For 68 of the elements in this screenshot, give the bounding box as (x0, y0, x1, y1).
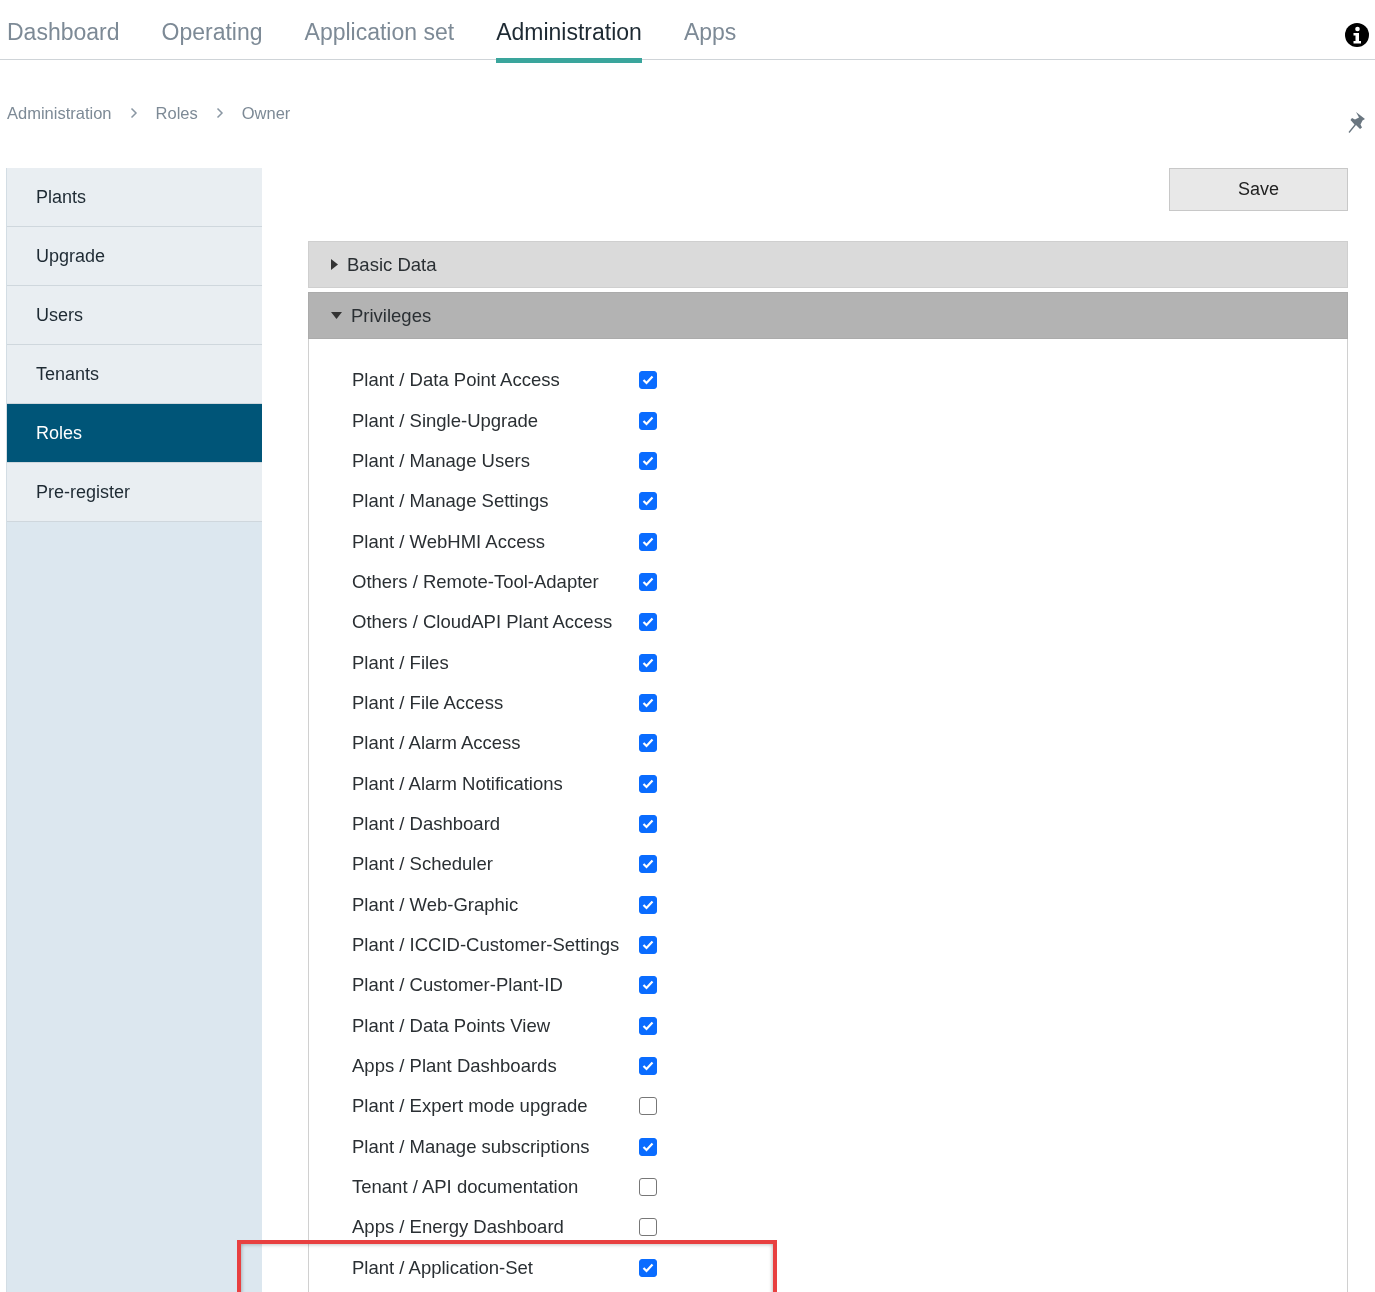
checkbox[interactable] (639, 693, 657, 712)
checkbox[interactable] (639, 895, 657, 914)
checkbox[interactable] (639, 1218, 657, 1237)
caret-down-icon (331, 312, 342, 319)
privilege-label: Apps / Energy Dashboard (352, 1216, 565, 1239)
nav-tab[interactable]: Operating (161, 0, 263, 63)
privilege-label: Plant / Scheduler (352, 853, 494, 876)
info-icon[interactable] (1344, 22, 1370, 48)
checkbox[interactable] (639, 976, 657, 995)
privilege-label: Plant / WebHMI Access (352, 530, 546, 553)
checkbox[interactable] (639, 572, 657, 591)
privilege-label: Plant / Customer-Plant-ID (352, 974, 564, 997)
breadcrumb-link[interactable]: Roles (155, 103, 198, 123)
privilege-label: Plant / Alarm Notifications (352, 772, 564, 795)
checkbox[interactable] (639, 774, 657, 793)
sidebar-item[interactable]: Users (7, 286, 262, 345)
checkbox[interactable] (639, 613, 657, 632)
checkbox[interactable] (639, 371, 657, 390)
privilege-label: Plant / Manage Settings (352, 490, 550, 513)
privilege-label: Plant / Manage Users (352, 449, 531, 472)
privilege-label: Plant / Data Point Access (352, 369, 561, 392)
sidebar-item[interactable]: Tenants (7, 345, 262, 404)
checkbox[interactable] (639, 1057, 657, 1075)
checkbox[interactable] (639, 411, 657, 430)
privilege-label: Plant / Expert mode upgrade (352, 1095, 589, 1118)
privilege-label: Others / Remote-Tool-Adapter (352, 570, 600, 593)
sidebar-item[interactable]: Upgrade (7, 227, 262, 286)
privilege-label: Apps / Plant Dashboards (352, 1055, 558, 1077)
checkbox[interactable] (639, 1178, 657, 1197)
privilege-label: Plant / Web-Graphic (352, 893, 520, 916)
chevron-right-icon (129, 107, 138, 119)
privilege-label: Plant / Dashboard (352, 812, 502, 835)
checkbox[interactable] (639, 1097, 657, 1116)
checkbox[interactable] (639, 1016, 657, 1035)
sidebar-item[interactable]: Roles (7, 404, 262, 463)
privilege-label: Plant / Data Points View (352, 1014, 552, 1037)
checkbox[interactable] (639, 814, 657, 833)
breadcrumb-link[interactable]: Owner (241, 103, 291, 123)
checkbox[interactable] (639, 492, 657, 511)
checkbox[interactable] (639, 936, 657, 954)
breadcrumb-link[interactable]: Administration (7, 103, 112, 123)
checkbox[interactable] (639, 734, 657, 753)
nav-tab[interactable]: Apps (683, 0, 737, 63)
privilege-label: Plant / Single-Upgrade (352, 409, 540, 432)
privilege-label: Plant / Alarm Access (352, 732, 522, 755)
privilege-label: Plant / ICCID-Customer-Settings (352, 934, 621, 956)
sidebar-item[interactable]: Plants (7, 168, 262, 227)
accordion-header[interactable]: Privileges (308, 292, 1348, 339)
checkbox[interactable] (639, 653, 657, 672)
checkbox[interactable] (639, 451, 657, 470)
checkbox[interactable] (639, 1137, 657, 1156)
privilege-label: Plant / Manage subscriptions (352, 1135, 591, 1158)
chevron-right-icon (215, 107, 224, 119)
privilege-label: Plant / Files (352, 651, 450, 674)
privilege-label: Others / CloudAPI Plant Access (352, 611, 614, 634)
accordion-header[interactable]: Basic Data (308, 241, 1348, 288)
checkbox[interactable] (639, 532, 657, 551)
nav-tab[interactable]: Application set (304, 0, 455, 63)
nav-tab[interactable]: Dashboard (7, 0, 120, 63)
caret-right-icon (331, 259, 338, 270)
nav-tab[interactable]: Administration (496, 0, 642, 63)
privilege-label: Plant / File Access (352, 691, 505, 714)
checkbox[interactable] (639, 855, 657, 874)
sidebar-item[interactable]: Pre-register (7, 463, 262, 522)
checkbox[interactable] (639, 1258, 657, 1277)
privilege-label: Tenant / API documentation (352, 1176, 580, 1199)
save-button[interactable]: Save (1169, 168, 1348, 211)
privilege-label: Plant / Application-Set (352, 1256, 534, 1279)
